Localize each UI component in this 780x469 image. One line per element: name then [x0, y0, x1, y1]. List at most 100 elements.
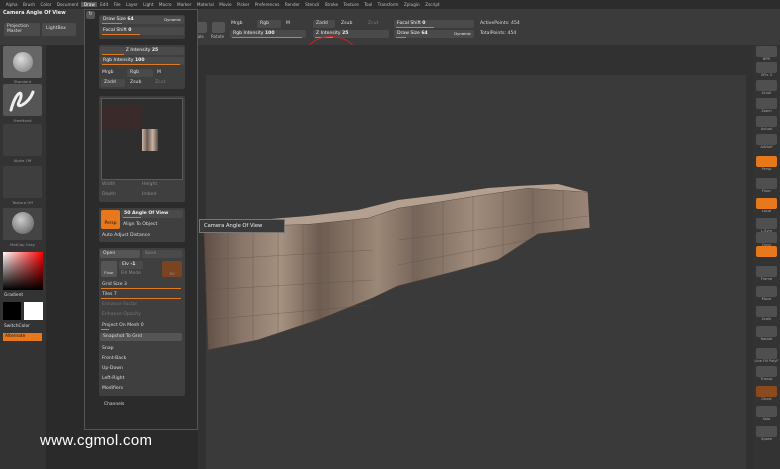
lightbox-button[interactable]: LightBox: [42, 23, 76, 36]
rgb-intensity-slider[interactable]: Rgb Intensity 100: [100, 57, 184, 65]
right-shelf-button-9[interactable]: [756, 218, 777, 229]
zsub-button[interactable]: Zsub: [341, 21, 352, 26]
switch-color-button[interactable]: SwitchColor: [4, 324, 30, 329]
right-shelf-button-4[interactable]: [756, 116, 777, 127]
left-right-button[interactable]: Left-Right: [102, 376, 124, 381]
right-shelf-button-20[interactable]: [756, 426, 777, 437]
menu-light[interactable]: Light: [140, 2, 156, 7]
menu-stroke[interactable]: Stroke: [322, 2, 341, 7]
menu-document[interactable]: Document: [54, 2, 81, 7]
menu-color[interactable]: Color: [38, 2, 54, 7]
z-intensity-slider[interactable]: Z Intensity 25: [100, 47, 184, 55]
projection-master-button[interactable]: Projection Master: [4, 23, 40, 36]
enhance-opacity-slider[interactable]: Enhance Opacity: [102, 312, 141, 317]
right-shelf-button-7[interactable]: [756, 178, 777, 189]
fill-mode-label[interactable]: Fill Mode: [121, 271, 141, 276]
right-shelf-button-18[interactable]: [756, 386, 777, 397]
menu-render[interactable]: Render: [282, 2, 302, 7]
model-mesh[interactable]: [198, 180, 598, 370]
menu-transform[interactable]: Transform: [375, 2, 401, 7]
material-thumbnail[interactable]: [3, 208, 42, 240]
floor-button[interactable]: Floor: [101, 261, 117, 277]
fill-button[interactable]: Fill: [162, 261, 182, 277]
alternate-button[interactable]: Alternate: [3, 333, 42, 341]
menu-texture[interactable]: Texture: [341, 2, 362, 7]
right-shelf-button-0[interactable]: [756, 46, 777, 57]
alpha-thumbnail[interactable]: [3, 124, 42, 156]
auto-adjust-distance-button[interactable]: Auto Adjust Distance: [102, 233, 150, 238]
right-shelf-button-17[interactable]: [756, 366, 777, 377]
draw-size-slider-top[interactable]: Draw Size 64 Dynamic: [394, 30, 474, 38]
menu-movie[interactable]: Movie: [217, 2, 235, 7]
channels-button[interactable]: Channels: [104, 402, 124, 407]
menu-tool[interactable]: Tool: [361, 2, 375, 7]
zadd-button[interactable]: Zadd: [313, 20, 335, 28]
menu-stencil[interactable]: Stencil: [302, 2, 322, 7]
right-shelf-button-19[interactable]: [756, 406, 777, 417]
tiles-slider[interactable]: Tiles 7: [102, 292, 117, 297]
modifiers-button[interactable]: Modifiers: [102, 386, 123, 391]
imbed-label[interactable]: Imbed: [142, 192, 157, 197]
menu-material[interactable]: Material: [194, 2, 216, 7]
zcut-toggle[interactable]: Zcut: [155, 80, 165, 85]
save-button[interactable]: Save: [142, 250, 182, 258]
menu-edit[interactable]: Edit: [97, 2, 110, 7]
rgb-button[interactable]: Rgb: [257, 20, 281, 28]
elv-slider[interactable]: Elv -1: [119, 261, 143, 269]
right-shelf-button-13[interactable]: [756, 286, 777, 297]
right-shelf-button-16[interactable]: [756, 348, 777, 359]
menu-layer[interactable]: Layer: [123, 2, 140, 7]
right-shelf-button-14[interactable]: [756, 306, 777, 317]
m-toggle[interactable]: M: [157, 70, 161, 75]
enhance-factor-slider[interactable]: Enhance Factor: [102, 302, 137, 307]
menu-alpha[interactable]: Alpha: [3, 2, 20, 7]
rotate-icon[interactable]: [212, 22, 225, 33]
up-down-button[interactable]: Up-Down: [102, 366, 123, 371]
front-back-button[interactable]: Front-Back: [102, 356, 126, 361]
color-picker[interactable]: [3, 252, 43, 290]
zsub-toggle[interactable]: Zsub: [130, 80, 141, 85]
menu-draw[interactable]: Draw: [81, 2, 98, 7]
persp-button[interactable]: Persp: [101, 210, 120, 229]
right-shelf-button-8[interactable]: [756, 198, 777, 209]
front-back-preview[interactable]: [101, 98, 183, 180]
mrgb-toggle[interactable]: Mrgb: [102, 70, 114, 75]
focal-shift-slider[interactable]: Focal Shift 0: [100, 27, 184, 35]
draw-size-slider[interactable]: Draw Size 64 Dynamic: [100, 16, 184, 24]
right-shelf-button-3[interactable]: [756, 98, 777, 109]
main-color-swatch[interactable]: [3, 302, 21, 320]
secondary-color-swatch[interactable]: [24, 302, 43, 320]
right-shelf-button-10[interactable]: [756, 232, 777, 243]
menu-zplugin[interactable]: Zplugin: [401, 2, 422, 7]
focal-shift-slider-top[interactable]: Focal Shift 0: [394, 20, 474, 28]
menu-brush[interactable]: Brush: [20, 2, 37, 7]
open-button[interactable]: Open: [100, 250, 140, 258]
snap-button[interactable]: Snap: [102, 346, 114, 351]
mrgb-button[interactable]: Mrgb: [231, 21, 243, 26]
align-to-object-button[interactable]: Align To Object: [123, 222, 157, 227]
zadd-toggle[interactable]: Zadd: [101, 79, 125, 87]
brush-thumbnail[interactable]: [3, 46, 42, 78]
menu-file[interactable]: File: [111, 2, 123, 7]
rgb-intensity-slider[interactable]: Rgb Intensity 100: [230, 30, 306, 38]
right-shelf-button-5[interactable]: [756, 134, 777, 145]
menu-preferences[interactable]: Preferences: [252, 2, 282, 7]
menu-marker[interactable]: Marker: [174, 2, 194, 7]
snapshot-to-grid-button[interactable]: Snapshot To Grid: [100, 333, 182, 341]
texture-thumbnail[interactable]: [3, 166, 42, 198]
menu-macro[interactable]: Macro: [156, 2, 174, 7]
right-shelf-button-11[interactable]: [756, 246, 777, 257]
angle-of-view-slider[interactable]: 50 Angle Of View: [121, 210, 183, 218]
menu-picker[interactable]: Picker: [234, 2, 252, 7]
menu-zscript[interactable]: Zscript: [422, 2, 442, 7]
rgb-toggle[interactable]: Rgb: [127, 69, 153, 77]
m-button[interactable]: M: [286, 21, 290, 26]
refresh-icon[interactable]: ↻: [86, 11, 95, 19]
depth-label[interactable]: Depth: [102, 192, 116, 197]
project-on-mesh-slider[interactable]: Project On Mesh 0: [102, 323, 144, 328]
zcut-button[interactable]: Zcut: [368, 21, 378, 26]
stroke-thumbnail[interactable]: [3, 84, 42, 116]
right-shelf-button-12[interactable]: [756, 266, 777, 277]
right-shelf-button-2[interactable]: [756, 80, 777, 91]
right-shelf-button-15[interactable]: [756, 326, 777, 337]
